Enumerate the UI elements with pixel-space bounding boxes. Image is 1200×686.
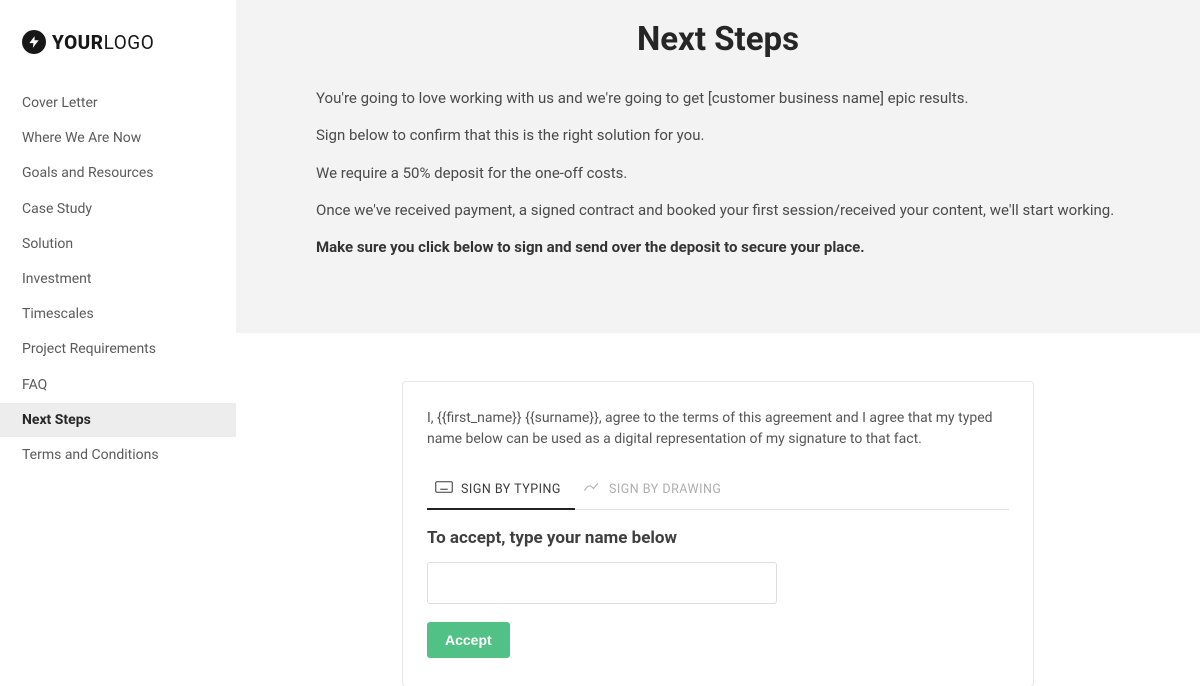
para-1: You're going to love working with us and… (316, 87, 1120, 110)
sidebar-item-next-steps[interactable]: Next Steps (0, 403, 236, 437)
sidebar-item-terms[interactable]: Terms and Conditions (0, 438, 236, 472)
logo-bold: YOUR (52, 31, 104, 54)
tab-sign-by-drawing[interactable]: SIGN BY DRAWING (575, 472, 735, 510)
para-4: Once we've received payment, a signed co… (316, 199, 1120, 222)
para-2: Sign below to confirm that this is the r… (316, 124, 1120, 147)
sidebar-item-faq[interactable]: FAQ (0, 368, 236, 402)
signature-name-input[interactable] (427, 562, 777, 604)
pen-icon (583, 480, 601, 498)
tab-sign-by-typing[interactable]: SIGN BY TYPING (427, 472, 575, 510)
sidebar-nav: Cover Letter Where We Are Now Goals and … (0, 76, 236, 472)
sidebar-item-case-study[interactable]: Case Study (0, 192, 236, 226)
tab-drawing-label: SIGN BY DRAWING (609, 482, 721, 497)
para-3: We require a 50% deposit for the one-off… (316, 162, 1120, 185)
tab-typing-label: SIGN BY TYPING (461, 482, 561, 497)
agreement-text: I, {{first_name}} {{surname}}, agree to … (427, 408, 1009, 450)
signature-section: I, {{first_name}} {{surname}}, agree to … (236, 333, 1200, 686)
signature-card: I, {{first_name}} {{surname}}, agree to … (402, 381, 1034, 686)
bolt-icon (22, 30, 46, 54)
page-title: Next Steps (316, 20, 1120, 59)
sidebar-item-solution[interactable]: Solution (0, 227, 236, 261)
logo: YOURLOGO (0, 0, 236, 76)
signature-tabs: SIGN BY TYPING SIGN BY DRAWING (427, 472, 1009, 510)
sidebar-item-where-we-are-now[interactable]: Where We Are Now (0, 121, 236, 155)
sidebar-item-investment[interactable]: Investment (0, 262, 236, 296)
sidebar: YOURLOGO Cover Letter Where We Are Now G… (0, 0, 236, 686)
accept-button[interactable]: Accept (427, 622, 510, 658)
keyboard-icon (435, 480, 453, 498)
content-upper: Next Steps You're going to love working … (236, 0, 1200, 333)
sidebar-item-goals-resources[interactable]: Goals and Resources (0, 156, 236, 190)
sidebar-item-project-requirements[interactable]: Project Requirements (0, 332, 236, 366)
logo-text: YOURLOGO (52, 31, 154, 54)
logo-thin: LOGO (104, 31, 155, 54)
para-bold: Make sure you click below to sign and se… (316, 236, 1120, 259)
main-content: Next Steps You're going to love working … (236, 0, 1200, 686)
accept-heading: To accept, type your name below (427, 528, 1009, 548)
sidebar-item-cover-letter[interactable]: Cover Letter (0, 86, 236, 120)
sidebar-item-timescales[interactable]: Timescales (0, 297, 236, 331)
